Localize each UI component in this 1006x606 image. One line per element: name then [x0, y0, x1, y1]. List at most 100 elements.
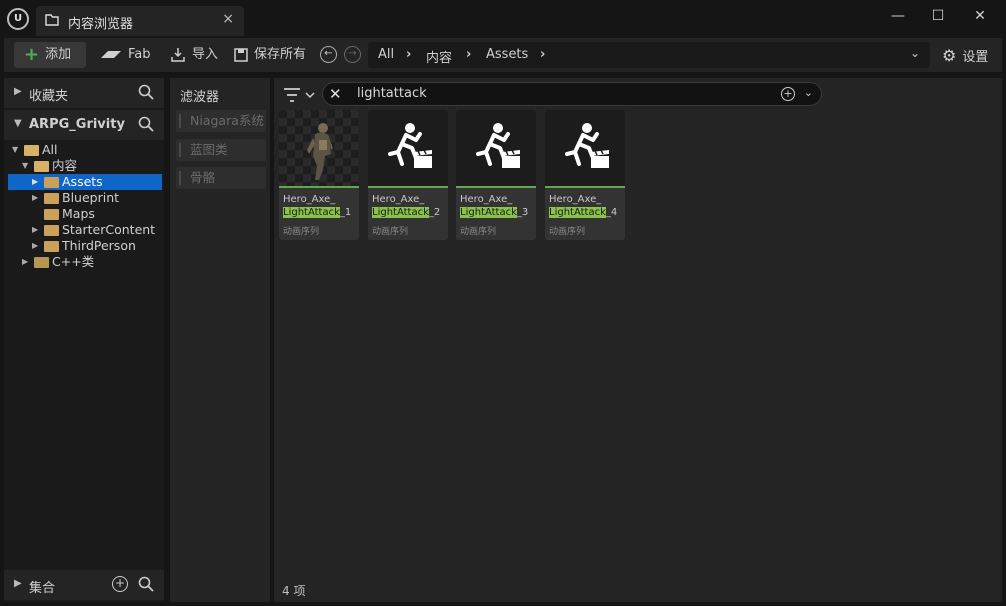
search-input[interactable]: ✕ lightattack + ⌄ [322, 82, 822, 106]
folder-icon [44, 241, 59, 252]
chevron-down-icon[interactable]: ⌄ [804, 86, 813, 99]
filter-skeleton[interactable]: 骨骼 [176, 167, 266, 189]
tab-label: 内容浏览器 [68, 17, 134, 32]
search-icon[interactable] [138, 116, 154, 132]
tree-item-blueprint[interactable]: ▶ Blueprint [8, 190, 162, 206]
tree-item-label: 内容 [52, 158, 78, 173]
settings-button[interactable]: ⚙ 设置 [942, 42, 988, 68]
folder-icon [44, 209, 59, 220]
favorites-label: 收藏夹 [29, 89, 69, 104]
asset-type-bar [279, 186, 359, 188]
add-collection-icon[interactable]: + [112, 576, 128, 592]
search-icon[interactable] [138, 576, 154, 592]
collapse-arrow-icon[interactable]: ▶ [32, 174, 38, 190]
import-icon [171, 48, 185, 62]
breadcrumb-item-assets[interactable]: Assets [486, 47, 528, 62]
expand-arrow-icon[interactable]: ▼ [22, 158, 28, 174]
asset-type-label: 动画序列 [460, 227, 497, 237]
minimize-button[interactable]: — [880, 4, 916, 28]
filters-panel: 滤波器 Niagara系统 蓝图类 骨骼 [170, 78, 270, 602]
folder-open-icon [24, 145, 39, 156]
add-button[interactable]: + 添加 [14, 42, 86, 68]
add-search-filter-icon[interactable]: + [781, 87, 795, 101]
asset-view: ✕ lightattack + ⌄ Hero_Axe_ LightAttack_… [274, 78, 1002, 602]
tree-item-thirdperson[interactable]: ▶ ThirdPerson [8, 238, 162, 254]
chevron-right-icon: ▶ [14, 86, 22, 97]
asset-type-bar [368, 186, 448, 188]
chevron-right-icon[interactable]: › [466, 47, 471, 62]
toolbar: + 添加 Fab 导入 保存所有 ← → All › 内容 › Assets ›… [4, 38, 1002, 72]
fab-button[interactable]: Fab [100, 42, 151, 68]
breadcrumb-item-content[interactable]: 内容 [426, 47, 452, 66]
asset-type-label: 动画序列 [549, 227, 586, 237]
filter-niagara[interactable]: Niagara系统 [176, 110, 266, 132]
sources-panel: ▶ 收藏夹 ▼ ARPG_Grivity ▼ All ▼ 内容 ▶ Assets… [4, 78, 164, 602]
tree-item-cpp-classes[interactable]: ▶ C++类 [8, 254, 162, 270]
asset-tile[interactable]: Hero_Axe_ LightAttack_1 动画序列 [279, 110, 359, 240]
tab-content-browser[interactable]: 内容浏览器 × [36, 6, 244, 36]
back-arrow-icon[interactable]: ← [320, 46, 337, 63]
asset-tile[interactable]: Hero_Axe_ LightAttack_2 动画序列 [368, 110, 448, 240]
cpp-folder-icon [34, 257, 49, 268]
anim-sequence-icon [565, 123, 609, 168]
breadcrumb: All › 内容 › Assets › ⌄ [368, 42, 930, 68]
collapse-arrow-icon[interactable]: ▶ [32, 190, 38, 206]
save-all-button[interactable]: 保存所有 [234, 42, 306, 68]
tree-item-label: Assets [62, 174, 103, 189]
expand-arrow-icon[interactable]: ▼ [12, 142, 18, 158]
collapse-arrow-icon[interactable]: ▶ [22, 254, 28, 270]
asset-thumbnail [456, 110, 536, 186]
project-header[interactable]: ▼ ARPG_Grivity [4, 110, 164, 140]
tree-item-content[interactable]: ▼ 内容 [8, 158, 162, 174]
save-all-label: 保存所有 [254, 47, 307, 62]
character-pose-icon [307, 123, 333, 180]
unreal-logo-icon[interactable]: U [7, 8, 29, 30]
asset-name-suffix: _1 [339, 207, 352, 218]
tab-close-icon[interactable]: × [222, 11, 234, 27]
clear-search-icon[interactable]: ✕ [329, 85, 342, 103]
asset-name: LightAttack_4 [549, 207, 617, 218]
save-icon [234, 48, 248, 62]
anim-sequence-icon [476, 123, 520, 168]
filter-blueprint-class[interactable]: 蓝图类 [176, 139, 266, 161]
collapse-arrow-icon[interactable]: ▶ [32, 238, 38, 254]
favorites-header[interactable]: ▶ 收藏夹 [4, 78, 164, 108]
folder-icon [44, 177, 59, 188]
gear-icon: ⚙ [942, 45, 957, 65]
asset-thumbnail [279, 110, 359, 186]
tree-item-label: All [42, 142, 58, 157]
anim-sequence-icon [388, 123, 432, 168]
maximize-button[interactable]: ☐ [920, 4, 956, 28]
collections-header[interactable]: ▶ 集合 + [4, 570, 164, 600]
collapse-arrow-icon[interactable]: ▶ [32, 222, 38, 238]
asset-name-prefix: Hero_Axe_ [460, 194, 513, 205]
forward-arrow-icon[interactable]: → [344, 46, 361, 63]
chevron-down-icon: ▼ [14, 118, 22, 129]
plus-icon: + [24, 44, 40, 65]
asset-name-suffix: _4 [605, 207, 618, 218]
search-icon[interactable] [138, 84, 154, 100]
tree-item-maps[interactable]: Maps [8, 206, 162, 222]
window-close-button[interactable]: ✕ [962, 4, 998, 28]
chevron-right-icon[interactable]: › [540, 47, 545, 62]
search-highlight: LightAttack [549, 207, 606, 218]
folder-icon [44, 225, 59, 236]
chevron-down-icon[interactable]: ⌄ [910, 46, 920, 60]
filter-dropdown-icon[interactable] [282, 86, 318, 104]
settings-label: 设置 [962, 49, 989, 65]
chevron-right-icon[interactable]: › [406, 47, 411, 62]
asset-tile[interactable]: Hero_Axe_ LightAttack_3 动画序列 [456, 110, 536, 240]
asset-tile[interactable]: Hero_Axe_ LightAttack_4 动画序列 [545, 110, 625, 240]
asset-name-prefix: Hero_Axe_ [283, 194, 336, 205]
asset-name: LightAttack_3 [460, 207, 528, 218]
fab-label: Fab [128, 47, 151, 62]
search-value: lightattack [357, 86, 427, 101]
folder-icon [44, 193, 59, 204]
tree-item-assets[interactable]: ▶ Assets [8, 174, 162, 190]
search-highlight: LightAttack [283, 207, 340, 218]
breadcrumb-item-all[interactable]: All [378, 47, 394, 62]
tree-item-all[interactable]: ▼ All [8, 142, 162, 158]
asset-thumbnail [545, 110, 625, 186]
tree-item-startercontent[interactable]: ▶ StarterContent [8, 222, 162, 238]
import-button[interactable]: 导入 [170, 42, 218, 68]
